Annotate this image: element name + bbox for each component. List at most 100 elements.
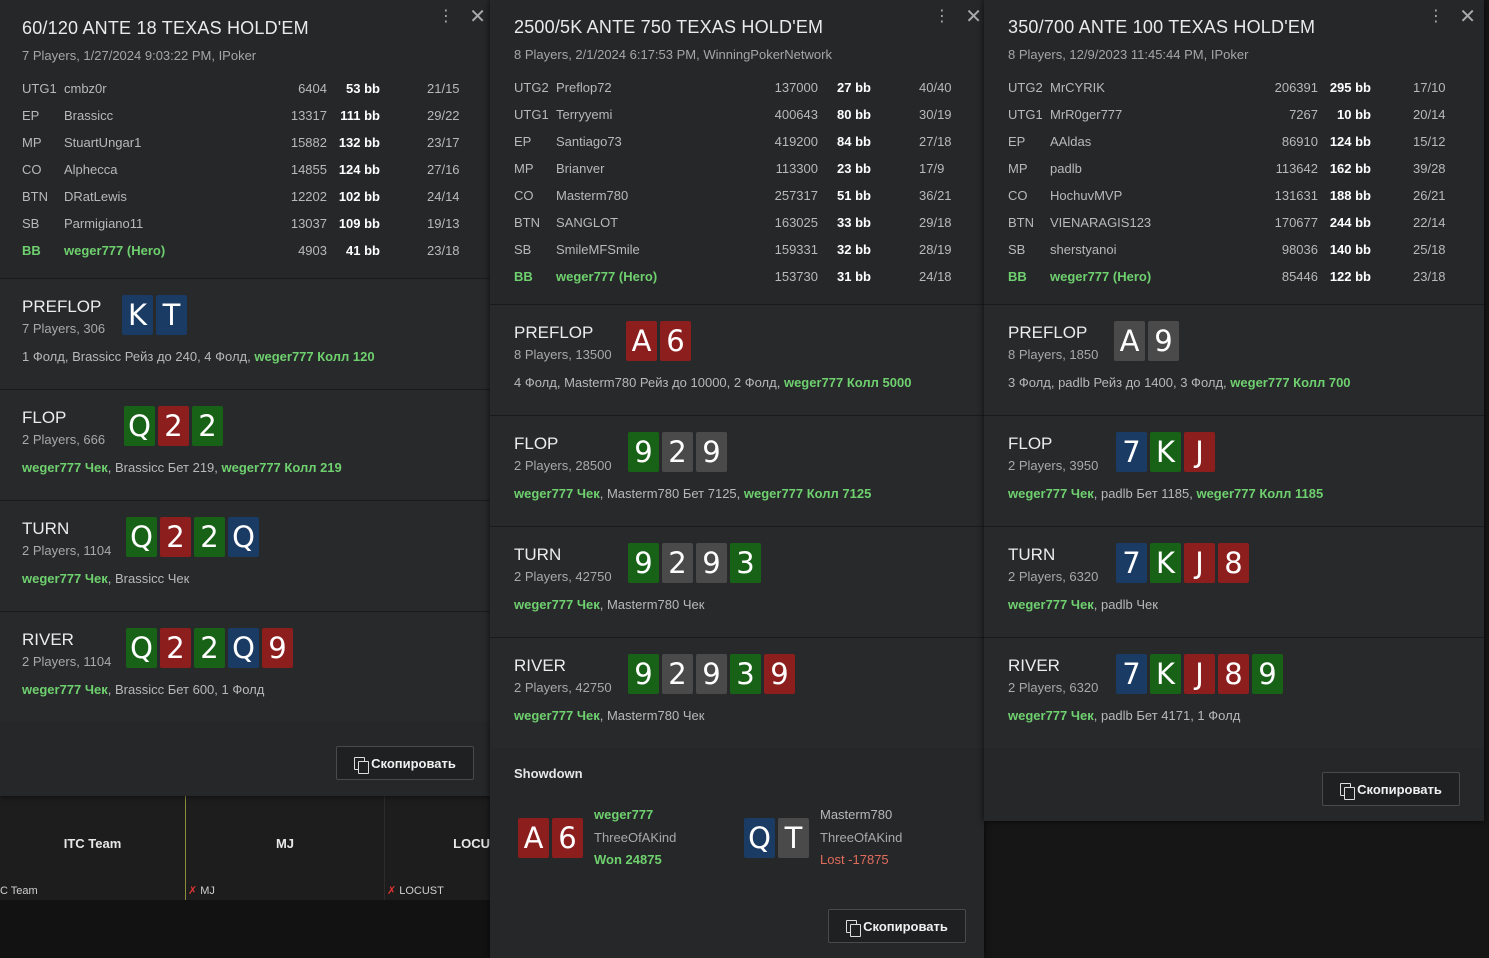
player-row[interactable]: SB Parmigiano11 13037 109 bb 19/13 xyxy=(22,212,468,239)
player-row[interactable]: SB SmileMFSmile 159331 32 bb 28/19 xyxy=(514,238,962,265)
player-position: SB xyxy=(22,216,40,231)
player-stack: 4903 xyxy=(298,243,327,258)
copy-button[interactable]: Скопировать xyxy=(828,909,966,943)
player-row[interactable]: MP Brianver 113300 23 bb 17/9 xyxy=(514,157,962,184)
player-stack-bb: 23 bb xyxy=(837,161,871,176)
copy-button[interactable]: Скопировать xyxy=(1322,772,1460,806)
street-actions: weger777 Чек, Brassicc Чек xyxy=(22,571,189,586)
player-stack-bb: 132 bb xyxy=(338,135,380,150)
close-icon[interactable]: ✕ xyxy=(965,4,982,29)
player-name: VIENARAGIS123 xyxy=(1050,215,1152,230)
player-name: Brianver xyxy=(556,161,605,176)
action-text: 1 Фолд, Brassicc Рейз до 240, 4 Фолд, xyxy=(22,349,255,364)
street-flop: FLOP 2 Players, 28500 9 2 9 weger777 Чек, Mas… xyxy=(490,415,984,526)
player-row[interactable]: MP StuartUngar1 15882 132 bb 23/17 xyxy=(22,131,468,158)
player-position: BTN xyxy=(22,189,48,204)
player-name: MrR0ger777 xyxy=(1050,107,1123,122)
player-row-hero[interactable]: BB weger777 (Hero) 85446 122 bb 23/18 xyxy=(1008,265,1462,292)
background-table-strip: ITC Team C Team MJ ✗ MJ LOCU ✗ LOCUST xyxy=(0,796,490,901)
player-row[interactable]: BTN SANGLOT 163025 33 bb 29/18 xyxy=(514,211,962,238)
street-flop: FLOP 2 Players, 666 Q 2 2 weger777 Чек, Brass… xyxy=(0,389,490,500)
street-preflop: PREFLOP 7 Players, 306 K T 1 Фолд, Brassicc … xyxy=(0,278,490,389)
card-9c: 9 xyxy=(628,543,659,583)
copy-button[interactable]: Скопировать xyxy=(336,746,474,780)
card-6h: 6 xyxy=(552,818,583,858)
board-cards: Q22Q9 xyxy=(126,628,293,668)
player-row[interactable]: UTG1 cmbz0r 6404 53 bb 21/15 xyxy=(22,77,468,104)
player-row[interactable]: UTG2 Preflop72 137000 27 bb 40/40 xyxy=(514,76,962,103)
hero-action: weger777 Чек xyxy=(514,597,600,612)
player-row[interactable]: UTG2 MrCYRIK 206391 295 bb 17/10 xyxy=(1008,76,1462,103)
player-vpip-pfr: 27/18 xyxy=(919,134,952,149)
table-tile-itc-team[interactable]: ITC Team C Team xyxy=(0,796,186,901)
player-row[interactable]: EP Santiago73 419200 84 bb 27/18 xyxy=(514,130,962,157)
flag-icon: ✗ xyxy=(188,885,198,897)
hero-action: weger777 Чек xyxy=(22,460,108,475)
card-Ts: T xyxy=(778,818,809,858)
player-row[interactable]: EP AAldas 86910 124 bb 15/12 xyxy=(1008,130,1462,157)
player-row[interactable]: CO Masterm780 257317 51 bb 36/21 xyxy=(514,184,962,211)
board-cards: 7KJ xyxy=(1116,432,1215,472)
player-row[interactable]: BTN VIENARAGIS123 170677 244 bb 22/14 xyxy=(1008,211,1462,238)
more-options-icon[interactable]: ⋮ xyxy=(438,6,454,26)
player-stack-bb: 124 bb xyxy=(1329,134,1371,149)
card-3c: 3 xyxy=(730,654,761,694)
action-text: , Masterm780 Чек xyxy=(599,708,705,723)
table-tile-sub-label: LOCUST xyxy=(399,884,444,897)
player-row[interactable]: UTG1 Terryyemi 400643 80 bb 30/19 xyxy=(514,103,962,130)
card-As: A xyxy=(1114,321,1145,361)
table-tile-locust[interactable]: LOCU ✗ LOCUST xyxy=(385,796,490,900)
player-name: padlb xyxy=(1050,161,1082,176)
table-tile-sub: ✗ LOCUST xyxy=(387,884,444,898)
player-row[interactable]: MP padlb 113642 162 bb 39/28 xyxy=(1008,157,1462,184)
table-tile-name: LOCU xyxy=(453,836,490,851)
player-stack: 153730 xyxy=(774,269,818,284)
action-text: , Brassicc Чек xyxy=(107,571,190,586)
close-icon[interactable]: ✕ xyxy=(469,4,486,29)
street-name: TURN xyxy=(1008,545,1056,564)
more-options-icon[interactable]: ⋮ xyxy=(1428,6,1444,26)
player-row-hero[interactable]: BB weger777 (Hero) 153730 31 bb 24/18 xyxy=(514,265,962,292)
player-row[interactable]: CO HochuvMVP 131631 188 bb 26/21 xyxy=(1008,184,1462,211)
street-actions: weger777 Чек, Masterm780 Бет 7125, weger… xyxy=(514,486,871,501)
player-position: EP xyxy=(22,108,40,123)
street-actions: weger777 Чек, Brassicc Бет 219, weger777… xyxy=(22,460,342,475)
street-players-pot: 2 Players, 666 xyxy=(22,432,106,447)
player-name: Terryyemi xyxy=(556,107,613,122)
close-icon[interactable]: ✕ xyxy=(1459,4,1476,29)
player-stack: 6404 xyxy=(298,81,327,96)
card-2c: 2 xyxy=(192,406,223,446)
card-3c: 3 xyxy=(730,543,761,583)
player-row[interactable]: CO Alphecca 14855 124 bb 27/16 xyxy=(22,158,468,185)
street-name: FLOP xyxy=(22,408,67,427)
hand-title: 2500/5K ANTE 750 TEXAS HOLD'EM xyxy=(514,17,824,37)
card-2s: 2 xyxy=(662,432,693,472)
player-row[interactable]: EP Brassicc 13317 111 bb 29/22 xyxy=(22,104,468,131)
player-row[interactable]: UTG1 MrR0ger777 7267 10 bb 20/14 xyxy=(1008,103,1462,130)
street-players-pot: 2 Players, 1104 xyxy=(22,654,112,669)
player-name: cmbz0r xyxy=(64,81,107,96)
player-stack: 400643 xyxy=(774,107,818,122)
player-vpip-pfr: 23/18 xyxy=(427,243,460,258)
street-players-pot: 2 Players, 42750 xyxy=(514,680,612,695)
hero-action: weger777 Колл 219 xyxy=(221,460,342,475)
hand-title: 350/700 ANTE 100 TEXAS HOLD'EM xyxy=(1008,17,1316,37)
more-options-icon[interactable]: ⋮ xyxy=(934,6,950,26)
player-stack-bb: 31 bb xyxy=(837,269,871,284)
card-9s: 9 xyxy=(1148,321,1179,361)
card-7d: 7 xyxy=(1116,543,1147,583)
player-stack: 113300 xyxy=(775,161,818,176)
street-name: RIVER xyxy=(22,630,74,649)
card-Jh: J xyxy=(1184,654,1215,694)
board-cards: 7KJ89 xyxy=(1116,654,1283,694)
player-row[interactable]: BTN DRatLewis 12202 102 bb 24/14 xyxy=(22,185,468,212)
hand-panel-3: ⋮ ✕ 350/700 ANTE 100 TEXAS HOLD'EM 8 Pla… xyxy=(984,0,1484,821)
player-stack: 113642 xyxy=(1275,161,1318,176)
player-row-hero[interactable]: BB weger777 (Hero) 4903 41 bb 23/18 xyxy=(22,239,468,266)
player-vpip-pfr: 22/14 xyxy=(1413,215,1446,230)
player-row[interactable]: SB sherstyanoi 98036 140 bb 25/18 xyxy=(1008,238,1462,265)
table-tile-mj[interactable]: MJ ✗ MJ xyxy=(186,796,385,900)
player-stack-bb: 80 bb xyxy=(837,107,871,122)
board-cards: 9293 xyxy=(628,543,761,583)
player-vpip-pfr: 24/18 xyxy=(919,269,952,284)
